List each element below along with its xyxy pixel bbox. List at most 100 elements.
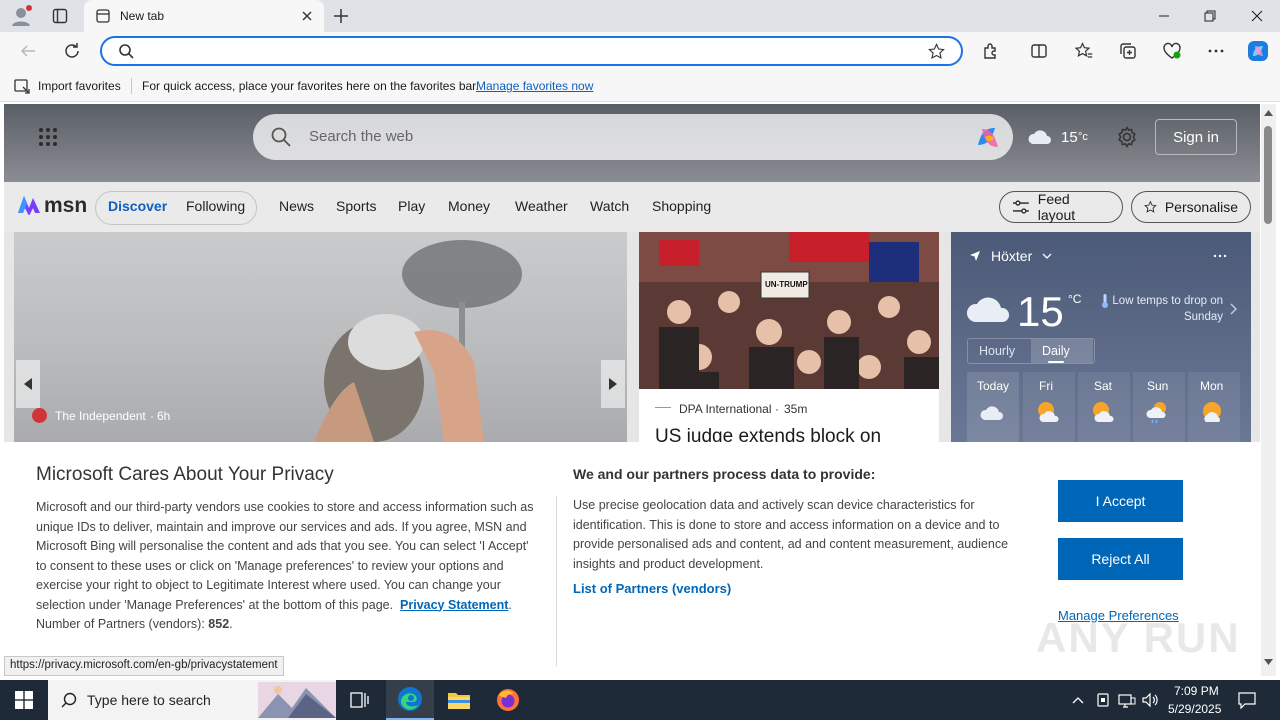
day-label: Today [977, 379, 1010, 393]
accept-button[interactable]: I Accept [1058, 480, 1183, 522]
tab-new-tab[interactable]: New tab [84, 0, 324, 32]
copilot-icon[interactable] [1246, 39, 1270, 63]
restore-button[interactable] [1187, 0, 1233, 32]
nav-watch[interactable]: Watch [590, 198, 629, 214]
weather-day-sun[interactable]: Sun [1133, 372, 1185, 442]
sign-in-button[interactable]: Sign in [1155, 119, 1237, 155]
start-button[interactable] [0, 680, 48, 720]
taskbar-firefox[interactable] [484, 680, 532, 720]
tab-hourly[interactable]: Hourly [979, 344, 1015, 358]
weather-note[interactable]: Low temps to drop on Sunday [1111, 293, 1223, 325]
taskbar-date[interactable]: 5/29/2025 [1168, 702, 1221, 716]
sun-showers-icon [1146, 402, 1166, 424]
task-view-button[interactable] [336, 680, 384, 720]
address-bar[interactable] [100, 36, 963, 66]
news-card-dpa[interactable]: UN-TRUMP DPA International · 35m US judg… [639, 232, 939, 442]
protest-sign-text: UN-TRUMP [765, 280, 808, 289]
more-options-icon[interactable] [1205, 40, 1227, 62]
page-scrollbar[interactable] [1261, 104, 1276, 676]
new-tab-plus-icon[interactable] [332, 7, 350, 25]
partners-count-label: Number of Partners (vendors): [36, 617, 205, 631]
header-temperature[interactable]: 15 [1061, 129, 1078, 146]
device-icon[interactable] [1095, 692, 1111, 708]
feed-layout-button[interactable]: Feed layout [999, 191, 1123, 223]
weather-day-mon[interactable]: Mon [1188, 372, 1240, 442]
import-favorites-button[interactable]: Import favorites [38, 79, 121, 93]
edge-icon [398, 687, 422, 711]
hero-source: The Independent [55, 409, 146, 423]
hero-previous-button[interactable] [16, 360, 40, 408]
refresh-icon[interactable] [61, 40, 83, 62]
taskbar-edge[interactable] [386, 680, 434, 720]
collections-icon[interactable] [1117, 40, 1139, 62]
msn-logo-icon[interactable] [16, 193, 42, 215]
close-tab-icon[interactable] [300, 9, 314, 23]
back-icon[interactable] [17, 40, 39, 62]
web-search-box[interactable]: Search the web [253, 114, 1013, 160]
day-label: Sat [1094, 379, 1113, 393]
weather-location[interactable]: Höxter [991, 248, 1032, 264]
taskbar-time[interactable]: 7:09 PM [1174, 684, 1219, 698]
nav-weather[interactable]: Weather [515, 198, 568, 214]
news2-headline[interactable]: US judge extends block on [655, 426, 881, 442]
active-tab-indicator [1048, 361, 1064, 363]
taskbar-search-placeholder: Type here to search [87, 692, 211, 708]
notifications-icon[interactable] [1238, 691, 1256, 709]
split-screen-icon[interactable] [1028, 40, 1050, 62]
new-tab-page-icon [96, 9, 110, 23]
partly-sunny-icon [1093, 402, 1114, 422]
weather-day-sat[interactable]: Sat [1078, 372, 1130, 442]
tab-discover[interactable]: Discover [108, 198, 167, 214]
network-icon[interactable] [1118, 692, 1136, 708]
chevron-right-icon[interactable] [1229, 303, 1237, 315]
weather-day-fri[interactable]: Fri [1023, 372, 1075, 442]
hero-next-button[interactable] [601, 360, 625, 408]
favorites-icon[interactable] [1073, 40, 1095, 62]
windows-taskbar: Type here to search 7:09 PM 5/29/2025 [0, 680, 1280, 720]
firefox-icon [497, 689, 519, 711]
settings-gear-icon[interactable] [1116, 126, 1138, 148]
taskbar-search-box[interactable]: Type here to search [48, 680, 336, 720]
partly-sunny-icon [1203, 402, 1221, 422]
msn-header: Search the web 15 °c Sign in [4, 104, 1260, 182]
chevron-up-icon[interactable] [1071, 693, 1085, 707]
close-window-button[interactable] [1234, 0, 1280, 32]
apps-launcher-icon[interactable] [38, 127, 58, 147]
chevron-down-icon[interactable] [1042, 252, 1052, 260]
weather-day-today[interactable]: Today [967, 372, 1019, 442]
privacy-consent-banner: Microsoft Cares About Your Privacy Micro… [4, 442, 1260, 678]
list-of-partners-link[interactable]: List of Partners (vendors) [573, 581, 1033, 596]
personalise-button[interactable]: Personalise [1131, 191, 1251, 223]
scrollbar-thumb[interactable] [1264, 126, 1272, 224]
scroll-down-icon[interactable] [1264, 659, 1273, 665]
nav-money[interactable]: Money [448, 198, 490, 214]
extensions-icon[interactable] [980, 40, 1002, 62]
privacy-right-title: We and our partners process data to prov… [573, 466, 876, 482]
weather-card[interactable]: Höxter 15 °C Low temps to drop on Sunday… [951, 232, 1251, 442]
hero-age: 6h [157, 409, 171, 423]
tab-actions-icon[interactable] [52, 8, 68, 24]
taskbar-file-explorer[interactable] [435, 680, 483, 720]
tab-following[interactable]: Following [186, 198, 245, 214]
manage-favorites-link[interactable]: Manage favorites now [476, 79, 593, 93]
volume-icon[interactable] [1142, 692, 1160, 708]
copilot-search-icon[interactable] [973, 123, 1003, 153]
cloudy-weather-icon [965, 292, 1013, 324]
minimize-button[interactable] [1141, 0, 1187, 32]
tab-daily[interactable]: Daily [1042, 344, 1070, 358]
nav-sports[interactable]: Sports [336, 198, 376, 214]
reject-all-button[interactable]: Reject All [1058, 538, 1183, 580]
nav-shopping[interactable]: Shopping [652, 198, 711, 214]
favorite-star-icon[interactable] [928, 43, 945, 60]
privacy-statement-link[interactable]: Privacy Statement [400, 598, 508, 612]
browser-essentials-icon[interactable] [1161, 40, 1183, 62]
hero-news-card[interactable]: The Independent · 6h [14, 232, 627, 442]
weather-more-icon[interactable] [1213, 254, 1227, 258]
nav-play[interactable]: Play [398, 198, 425, 214]
scroll-up-icon[interactable] [1264, 110, 1273, 116]
favorites-divider [131, 78, 132, 94]
web-search-placeholder: Search the web [309, 128, 414, 145]
profile-icon[interactable] [10, 5, 32, 27]
day-label: Sun [1147, 379, 1169, 393]
nav-news[interactable]: News [279, 198, 314, 214]
